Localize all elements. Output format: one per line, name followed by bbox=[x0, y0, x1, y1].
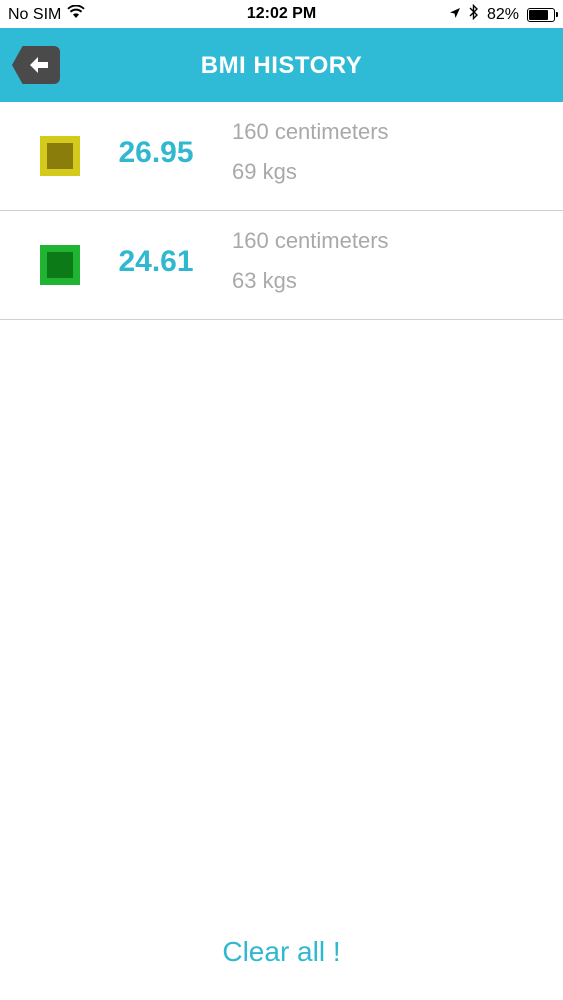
height-text: 160 centimeters bbox=[232, 119, 389, 144]
bluetooth-icon bbox=[469, 3, 479, 25]
bmi-indicator-icon bbox=[40, 245, 80, 285]
weight-text: 69 kgs bbox=[232, 159, 297, 184]
bmi-indicator-icon bbox=[40, 136, 80, 176]
bmi-indicator-inner bbox=[47, 143, 73, 169]
battery-fill bbox=[529, 9, 549, 20]
battery-icon bbox=[527, 7, 558, 22]
page-title: BMI HISTORY bbox=[200, 52, 363, 79]
height-text: 160 centimeters bbox=[232, 228, 389, 253]
location-arrow-icon bbox=[449, 6, 461, 24]
screen: No SIM 12:02 PM 82% BMI HISTORY 26.95 16… bbox=[0, 0, 563, 1000]
history-row[interactable]: 24.61 160 centimeters 63 kgs bbox=[0, 211, 563, 320]
battery-percent: 82% bbox=[486, 5, 519, 23]
bmi-indicator-inner bbox=[47, 252, 73, 278]
history-row[interactable]: 26.95 160 centimeters 69 kgs bbox=[0, 102, 563, 211]
bmi-value: 26.95 bbox=[118, 136, 194, 169]
bmi-value: 24.61 bbox=[118, 245, 194, 278]
app-header: BMI HISTORY bbox=[0, 28, 563, 102]
clear-all-button[interactable]: Clear all ! bbox=[0, 936, 563, 968]
status-bar: No SIM 12:02 PM 82% bbox=[0, 0, 563, 28]
status-right: 82% bbox=[449, 3, 558, 25]
weight-text: 63 kgs bbox=[232, 268, 297, 293]
history-list: 26.95 160 centimeters 69 kgs 24.61 160 c… bbox=[0, 102, 563, 320]
